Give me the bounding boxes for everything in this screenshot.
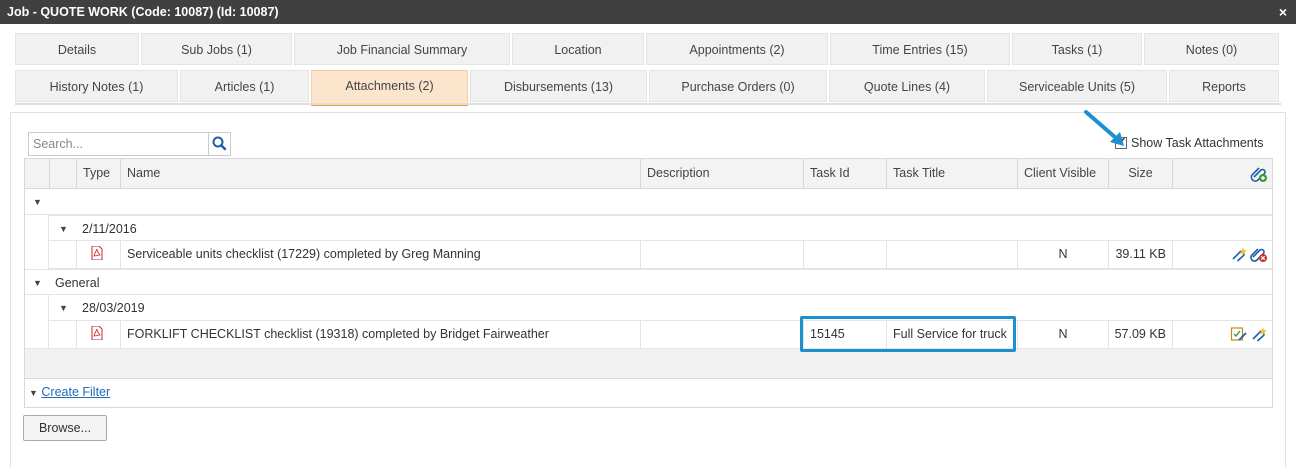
size-cell: 39.11 KB xyxy=(1108,241,1172,268)
pdf-icon xyxy=(91,326,103,340)
column-header-size[interactable]: Size xyxy=(1108,159,1172,188)
tab-strip-underline xyxy=(15,103,1281,105)
tab-tasks[interactable]: Tasks (1) xyxy=(1012,33,1142,65)
task-id-cell xyxy=(803,241,886,268)
column-header-client-visible[interactable]: Client Visible xyxy=(1017,159,1108,188)
name-cell: Serviceable units checklist (17229) comp… xyxy=(120,241,640,268)
table-row[interactable]: Serviceable units checklist (17229) comp… xyxy=(49,241,1272,269)
create-filter-link[interactable]: Create Filter xyxy=(41,385,110,399)
create-filter[interactable]: ▼ Create Filter xyxy=(29,385,110,399)
group-row[interactable]: ▼ xyxy=(25,189,1272,215)
tab-location[interactable]: Location xyxy=(512,33,644,65)
tab-notes[interactable]: Notes (0) xyxy=(1144,33,1279,65)
tab-quote-lines[interactable]: Quote Lines (4) xyxy=(829,70,985,102)
size-cell: 57.09 KB xyxy=(1108,321,1172,348)
add-attachment-icon[interactable] xyxy=(1250,165,1268,183)
client-visible-cell: N xyxy=(1017,321,1108,348)
tab-appointments[interactable]: Appointments (2) xyxy=(646,33,828,65)
column-header-actions xyxy=(1172,159,1272,188)
tab-job-financial-summary[interactable]: Job Financial Summary xyxy=(294,33,510,65)
tab-disbursements[interactable]: Disbursements (13) xyxy=(470,70,647,102)
annotation-highlight-box xyxy=(800,316,1016,352)
search-input[interactable] xyxy=(28,132,209,156)
delete-attachment-icon[interactable] xyxy=(1250,245,1268,263)
subgroup-row[interactable]: ▼ 28/03/2019 xyxy=(49,295,1272,321)
type-cell xyxy=(76,241,120,268)
group-indent xyxy=(25,295,49,349)
tab-purchase-orders[interactable]: Purchase Orders (0) xyxy=(649,70,827,102)
chevron-down-icon[interactable]: ▼ xyxy=(59,295,68,321)
tab-time-entries[interactable]: Time Entries (15) xyxy=(830,33,1010,65)
edit-task-attachment-icon[interactable] xyxy=(1230,325,1248,343)
show-task-attachments-toggle[interactable]: Show Task Attachments xyxy=(1115,135,1263,151)
tab-history-notes[interactable]: History Notes (1) xyxy=(15,70,178,102)
column-header-name[interactable]: Name xyxy=(120,159,640,188)
tab-details[interactable]: Details xyxy=(15,33,139,65)
table-row[interactable]: FORKLIFT CHECKLIST checklist (19318) com… xyxy=(49,321,1272,349)
actions-cell xyxy=(1172,241,1272,268)
chevron-down-icon[interactable]: ▼ xyxy=(33,270,42,296)
edit-attachment-icon[interactable] xyxy=(1250,325,1268,343)
browse-button[interactable]: Browse... xyxy=(23,415,107,441)
description-cell xyxy=(640,241,803,268)
search-button[interactable] xyxy=(209,132,231,156)
pdf-icon xyxy=(91,246,103,260)
window-titlebar: Job - QUOTE WORK (Code: 10087) (Id: 1008… xyxy=(0,0,1296,24)
filter-icon: ▼ xyxy=(29,388,38,398)
subgroup-label: 28/03/2019 xyxy=(82,301,145,315)
column-header-type[interactable]: Type xyxy=(76,159,120,188)
chevron-down-icon[interactable]: ▼ xyxy=(59,216,68,242)
tab-serviceable-units[interactable]: Serviceable Units (5) xyxy=(987,70,1167,102)
column-header-task-id[interactable]: Task Id xyxy=(803,159,886,188)
edit-attachment-icon[interactable] xyxy=(1230,245,1248,263)
subgroup-row[interactable]: ▼ 2/11/2016 xyxy=(49,215,1272,241)
attachments-grid: Type Name Description Task Id Task Title… xyxy=(24,158,1273,408)
group-label: General xyxy=(55,276,100,290)
client-visible-cell: N xyxy=(1017,241,1108,268)
column-header-expand xyxy=(49,159,79,188)
actions-cell xyxy=(1172,321,1272,348)
tab-articles[interactable]: Articles (1) xyxy=(180,70,309,102)
tab-attachments[interactable]: Attachments (2) xyxy=(311,70,468,106)
search-icon xyxy=(212,136,227,151)
group-indent xyxy=(25,215,49,271)
tab-sub-jobs[interactable]: Sub Jobs (1) xyxy=(141,33,292,65)
subgroup-label: 2/11/2016 xyxy=(82,222,137,236)
chevron-down-icon[interactable]: ▼ xyxy=(33,189,42,215)
name-cell: FORKLIFT CHECKLIST checklist (19318) com… xyxy=(120,321,640,348)
description-cell xyxy=(640,321,803,348)
show-task-attachments-label: Show Task Attachments xyxy=(1131,136,1264,150)
column-header-task-title[interactable]: Task Title xyxy=(886,159,1017,188)
task-title-cell xyxy=(886,241,1017,268)
column-header-description[interactable]: Description xyxy=(640,159,803,188)
annotation-arrow xyxy=(1084,110,1124,146)
tab-reports[interactable]: Reports xyxy=(1169,70,1279,102)
close-icon[interactable]: × xyxy=(1279,0,1287,24)
type-cell xyxy=(76,321,120,348)
grid-footer-band xyxy=(25,348,1272,379)
group-row[interactable]: ▼ General xyxy=(25,269,1272,295)
window-title: Job - QUOTE WORK (Code: 10087) (Id: 1008… xyxy=(7,5,279,19)
grid-header: Type Name Description Task Id Task Title… xyxy=(25,159,1272,189)
